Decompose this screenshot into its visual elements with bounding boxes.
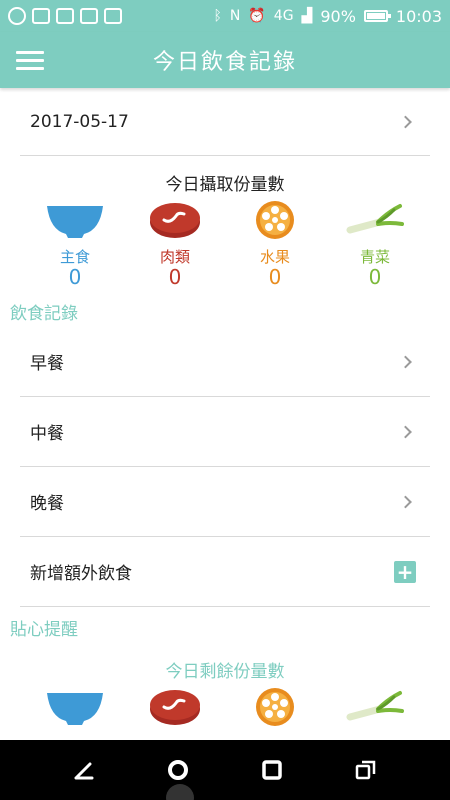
menu-button[interactable] [16, 40, 56, 80]
menu-icon-line [16, 66, 44, 70]
intake-staple: 主食 0 [25, 200, 125, 287]
add-extra-food-row[interactable]: 新增額外飲食 + [20, 537, 430, 607]
code-file-icon [80, 8, 98, 24]
meal-row-lunch[interactable]: 中餐 [20, 397, 430, 467]
meal-label: 晚餐 [30, 494, 64, 514]
intake-title: 今日攝取份量數 [165, 175, 285, 195]
app-bar: 今日飲食記錄 [0, 32, 450, 88]
battery-percent: 90% [320, 6, 356, 26]
menu-icon-line [16, 50, 44, 54]
signal-icon: ▟ [301, 8, 313, 24]
memory-card-icon [32, 8, 50, 24]
back-icon [74, 762, 94, 780]
chevron-right-icon [399, 355, 412, 368]
remaining-grid [25, 687, 425, 727]
recents-button[interactable] [260, 758, 284, 782]
main-content: 2017-05-17 今日攝取份量數 主食 0 肉類 0 水果 0 青菜 0 飲… [0, 88, 450, 740]
date-selector[interactable]: 2017-05-17 [20, 88, 430, 156]
remaining-staple [25, 687, 125, 727]
screen-switch-button[interactable] [354, 758, 378, 782]
network-type-icon: 4G [273, 8, 294, 24]
intake-fruit: 水果 0 [225, 200, 325, 287]
diet-record-header: 飲食記錄 [10, 303, 78, 324]
intake-grid: 主食 0 肉類 0 水果 0 青菜 0 [25, 200, 425, 287]
remaining-meat [125, 687, 225, 727]
system-status: ᛒ N ⏰ 4G ▟ 90% 10:03 [213, 7, 442, 26]
clock: 10:03 [395, 6, 442, 26]
chevron-right-icon [399, 115, 412, 128]
intake-count: 0 [68, 265, 82, 289]
notification-icons [8, 7, 122, 25]
back-button[interactable] [72, 758, 96, 782]
navigation-bar [0, 740, 450, 800]
code-file-icon-2 [104, 8, 122, 24]
chevron-right-icon [399, 495, 412, 508]
fruit-icon [256, 688, 294, 726]
multi-window-icon [355, 760, 376, 780]
intake-label: 水果 [259, 248, 290, 266]
page-title: 今日飲食記錄 [152, 50, 297, 75]
meat-icon [150, 203, 200, 238]
vegetable-icon [346, 204, 404, 234]
remaining-fruit [225, 687, 325, 727]
extra-food-label: 新增額外飲食 [30, 564, 132, 584]
intake-label: 青菜 [359, 248, 390, 266]
meal-row-breakfast[interactable]: 早餐 [20, 327, 430, 397]
battery-fill [366, 13, 385, 19]
date-value: 2017-05-17 [30, 111, 129, 132]
intake-meat: 肉類 0 [125, 200, 225, 287]
menu-icon-line [16, 58, 44, 62]
home-icon [168, 760, 188, 780]
status-bar: ᛒ N ⏰ 4G ▟ 90% 10:03 [0, 0, 450, 32]
phone-screen-icon [56, 8, 74, 24]
vegetable-icon [346, 691, 404, 721]
reminder-header: 貼心提醒 [10, 619, 78, 640]
intake-count: 0 [368, 265, 382, 289]
intake-vegetable: 青菜 0 [325, 200, 425, 287]
meat-icon [150, 690, 200, 725]
home-button[interactable] [166, 758, 190, 782]
remaining-title: 今日剩餘份量數 [165, 662, 285, 682]
remaining-vegetable [325, 687, 425, 727]
meal-row-dinner[interactable]: 晚餐 [20, 467, 430, 537]
intake-count: 0 [268, 265, 282, 289]
intake-label: 主食 [59, 248, 90, 266]
bluetooth-icon: ᛒ [213, 8, 222, 24]
fruit-icon [256, 201, 294, 239]
bowl-icon [47, 206, 103, 238]
intake-count: 0 [168, 265, 182, 289]
alarm-icon: ⏰ [248, 8, 266, 24]
meal-label: 中餐 [30, 424, 64, 444]
add-icon[interactable]: + [394, 560, 416, 583]
intake-label: 肉類 [159, 248, 190, 266]
chevron-right-icon [399, 425, 412, 438]
recents-icon [262, 760, 282, 780]
battery-icon [363, 10, 391, 22]
meal-label: 早餐 [30, 354, 64, 374]
add-notification-icon [8, 7, 26, 25]
nfc-icon: N [229, 8, 241, 24]
bowl-icon [47, 693, 103, 725]
